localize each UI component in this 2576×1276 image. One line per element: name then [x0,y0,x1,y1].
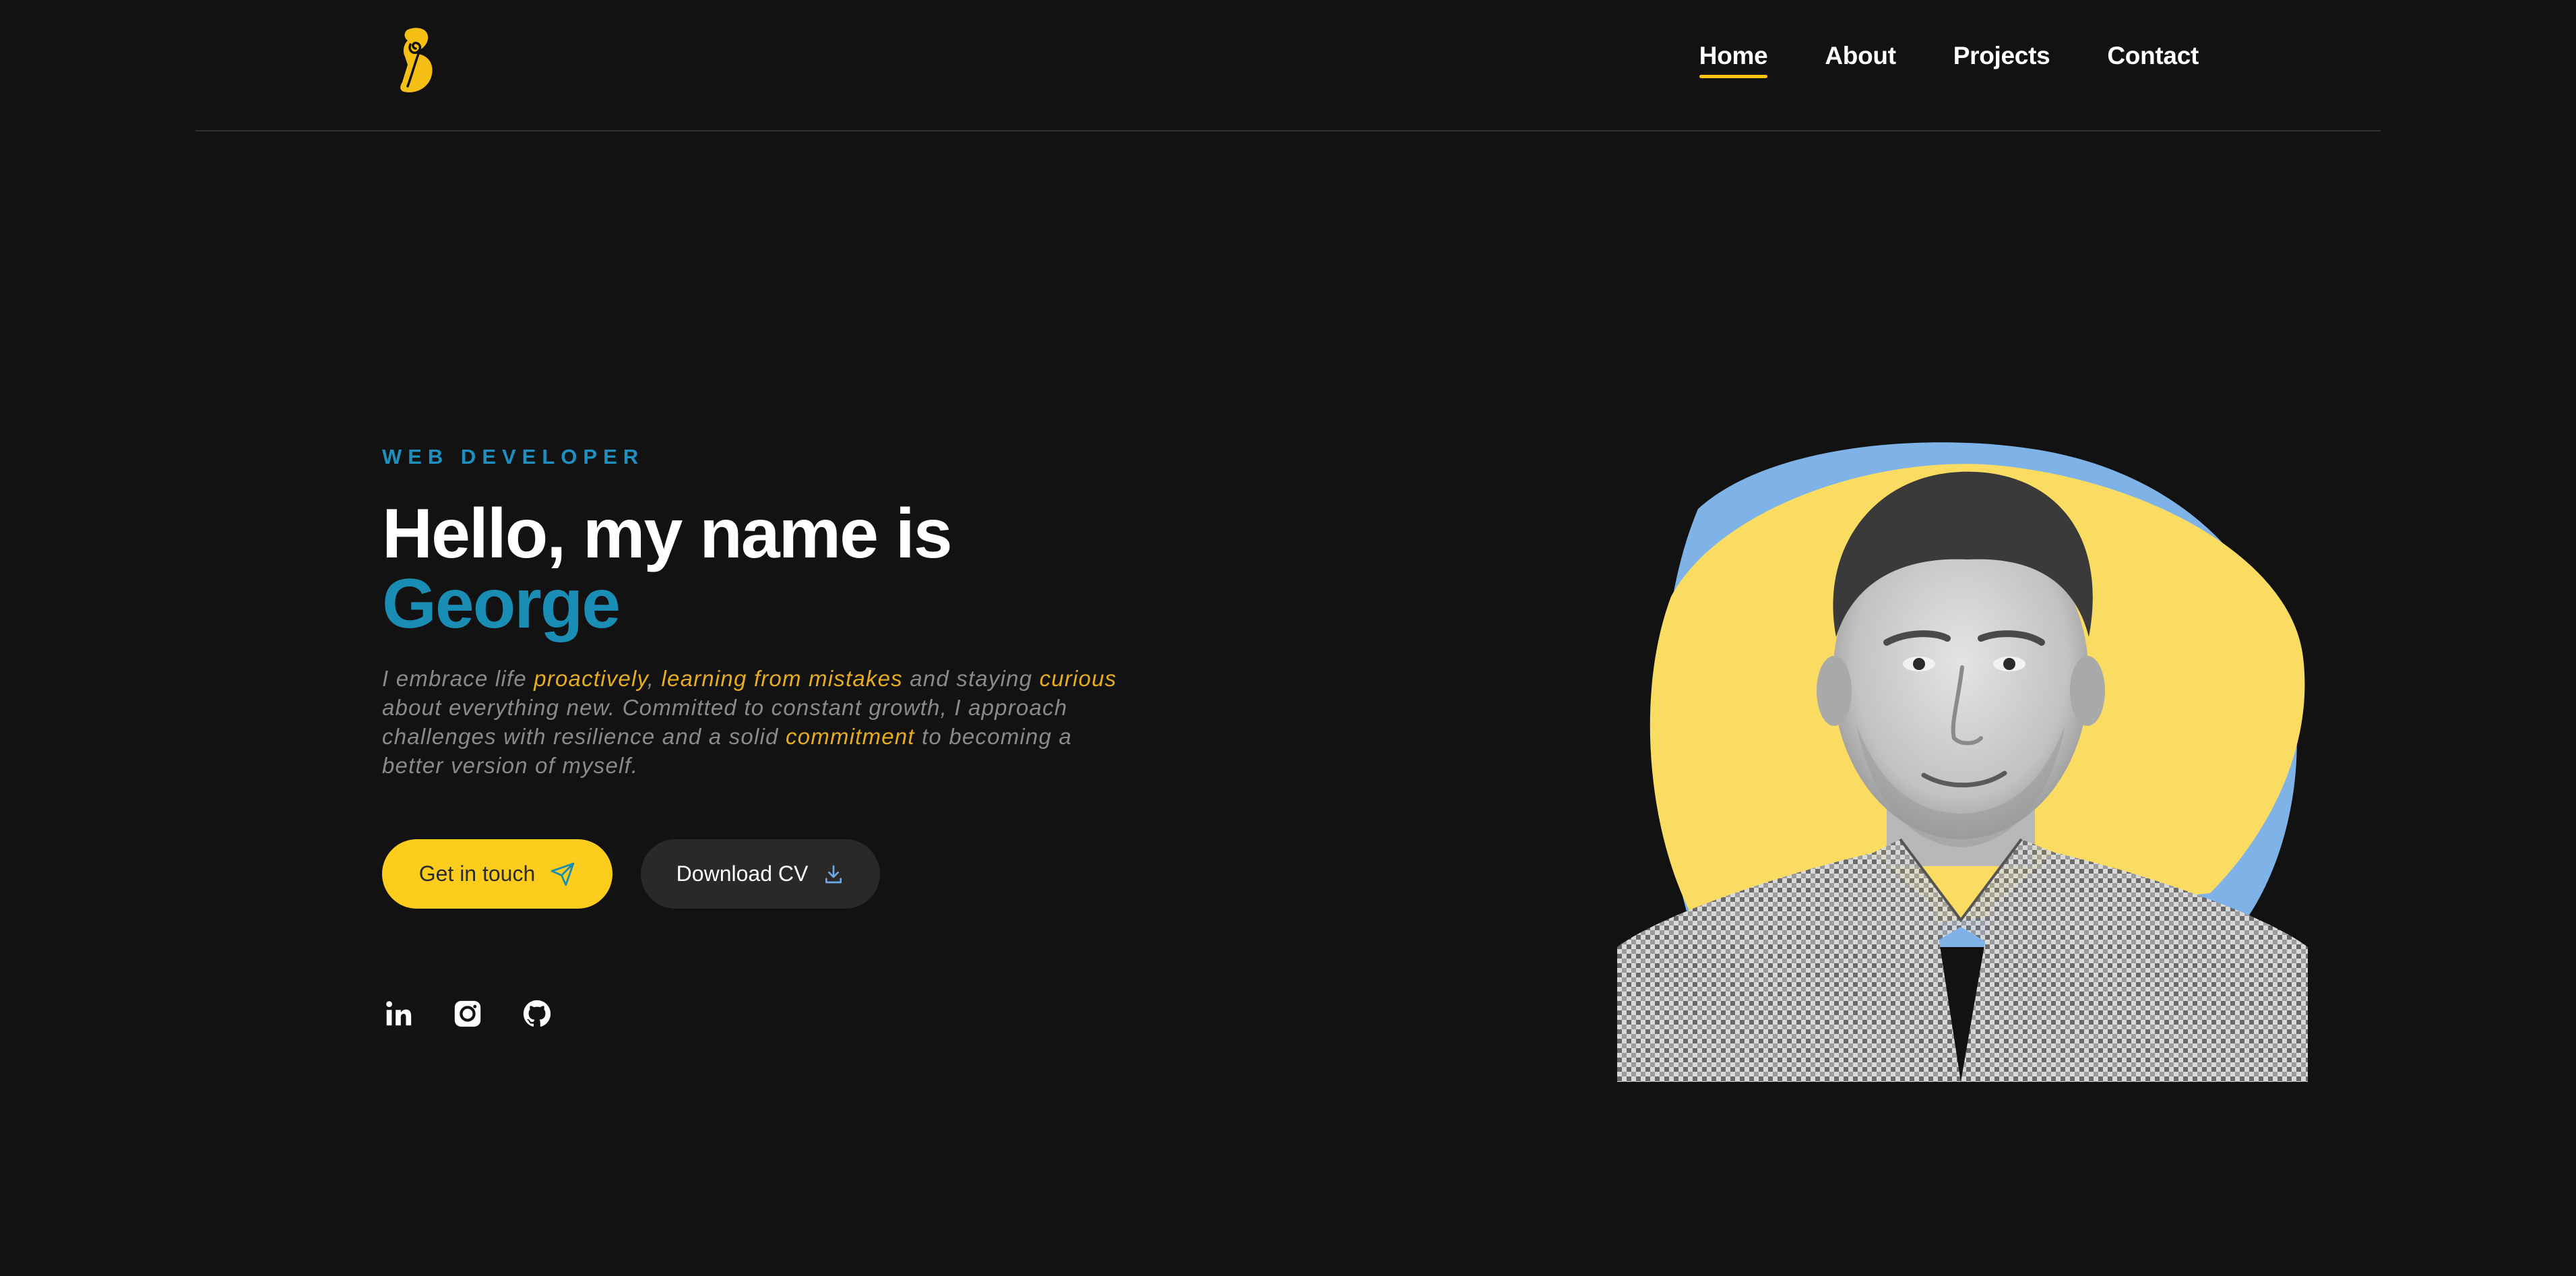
header-divider [195,130,2381,131]
nav-home[interactable]: Home [1699,42,1768,78]
hero-bio: I embrace life proactively, learning fro… [382,664,1137,780]
get-in-touch-label: Get in touch [418,861,536,886]
get-in-touch-button[interactable]: Get in touch [382,839,612,909]
hero-actions: Get in touch Download CV [382,839,880,909]
linkedin-icon[interactable] [382,998,414,1030]
portrait-illustration [1617,435,2308,1082]
social-links [382,998,553,1030]
download-cv-button[interactable]: Download CV [641,839,880,909]
instagram-icon[interactable] [451,998,484,1030]
nav-projects[interactable]: Projects [1953,42,2050,77]
role-eyebrow: WEB DEVELOPER [382,445,645,468]
bio-highlight: commitment [785,724,915,749]
main-nav: Home About Projects Contact [1699,42,2199,78]
bio-highlight: learning from mistakes [661,666,903,691]
site-header: Home About Projects Contact [0,0,2576,131]
download-icon [823,863,844,885]
bio-highlight: curious [1039,666,1117,691]
bio-text: and staying [902,666,1040,691]
bio-highlight: proactively [534,666,648,691]
download-cv-label: Download CV [676,861,809,886]
hero-intro: WEB DEVELOPER Hello, my name is George I… [382,445,1164,1027]
avatar [1617,442,2308,1082]
nav-contact[interactable]: Contact [2107,42,2199,77]
brand-logo[interactable] [398,24,436,97]
logo-mark-icon [400,28,433,92]
github-icon[interactable] [521,998,553,1030]
send-icon [550,861,575,887]
bio-text: I embrace life [382,666,534,691]
bio-text: , [647,666,662,691]
headline-greeting: Hello, my name is [382,495,953,573]
headline-name: George [382,565,621,643]
nav-about[interactable]: About [1825,42,1896,77]
